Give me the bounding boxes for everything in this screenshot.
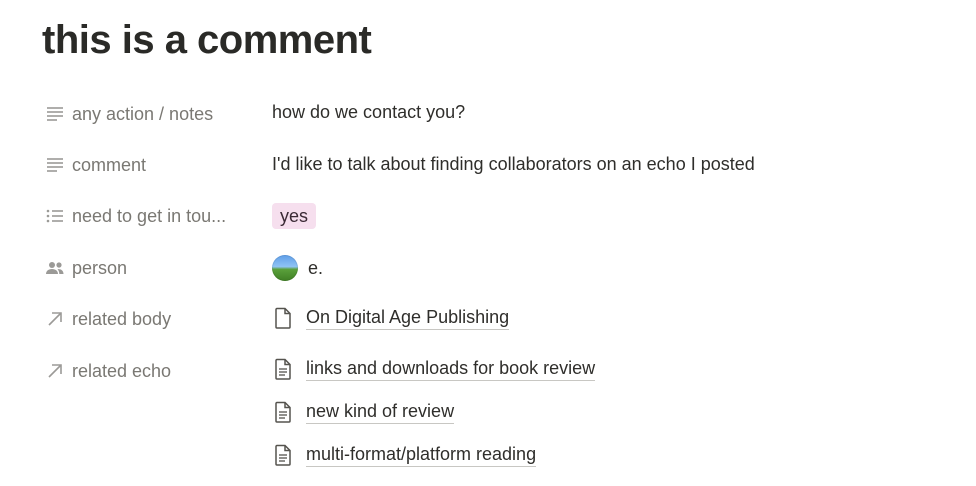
property-person[interactable]: person	[44, 254, 127, 282]
property-value-select[interactable]: yes	[272, 202, 317, 230]
select-tag-yes[interactable]: yes	[272, 203, 317, 229]
page-text-icon	[272, 401, 294, 423]
property-value-comment[interactable]: I'd like to talk about finding collabora…	[272, 150, 755, 178]
property-need-to-get-in-touch[interactable]: need to get in tou...	[44, 202, 226, 230]
page-title[interactable]: this is a comment	[42, 18, 372, 63]
people-icon	[44, 257, 66, 279]
text-lines-icon	[44, 154, 66, 176]
property-related-echo[interactable]: related echo	[44, 357, 171, 385]
page-icon	[272, 307, 294, 329]
page-text-icon	[272, 444, 294, 466]
related-page-link[interactable]: On Digital Age Publishing	[306, 307, 510, 330]
related-page-link[interactable]: new kind of review	[306, 401, 455, 424]
property-label: need to get in tou...	[72, 205, 227, 226]
property-label: any action / notes	[72, 103, 214, 124]
list-item[interactable]: new kind of review	[272, 398, 595, 426]
property-label: related echo	[72, 360, 172, 381]
arrow-up-right-icon	[44, 308, 66, 330]
property-comment[interactable]: comment	[44, 151, 146, 179]
property-label: related body	[72, 308, 172, 329]
arrow-up-right-icon	[44, 360, 66, 382]
property-label: comment	[72, 154, 147, 175]
property-value-notes[interactable]: how do we contact you?	[272, 98, 465, 126]
property-any-action-notes[interactable]: any action / notes	[44, 100, 213, 128]
property-label: person	[72, 257, 128, 278]
related-page-link[interactable]: links and downloads for book review	[306, 358, 596, 381]
person-name[interactable]: e.	[308, 258, 323, 279]
property-value-related-echo: links and downloads for book review new …	[272, 355, 596, 484]
list-item[interactable]: links and downloads for book review	[272, 355, 596, 383]
avatar[interactable]	[272, 255, 298, 281]
property-value-person[interactable]: e.	[272, 254, 323, 282]
property-related-body[interactable]: related body	[44, 305, 171, 333]
text-lines-icon	[44, 103, 66, 125]
related-page-link[interactable]: multi-format/platform reading	[306, 444, 537, 467]
property-value-related-body[interactable]: On Digital Age Publishing	[272, 304, 510, 332]
page-text-icon	[272, 358, 294, 380]
list-item[interactable]: multi-format/platform reading	[272, 441, 595, 469]
bulleted-list-icon	[44, 205, 66, 227]
